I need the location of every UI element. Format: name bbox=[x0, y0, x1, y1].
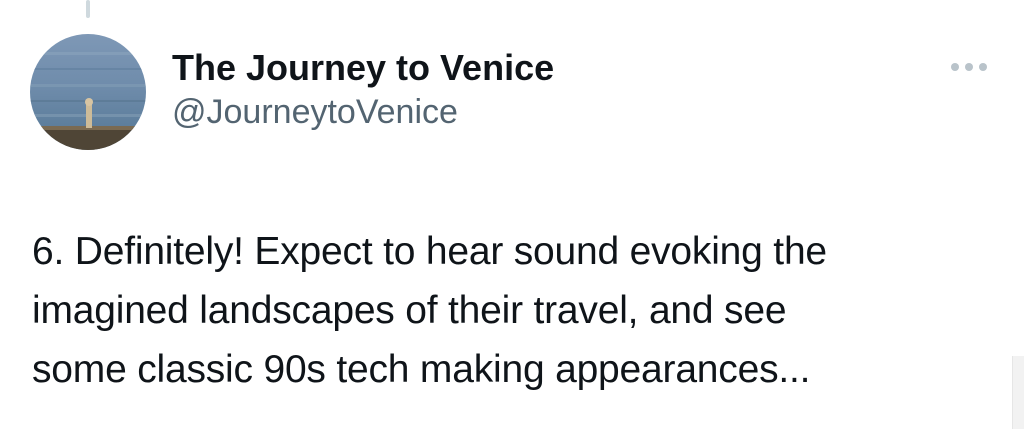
author-name-block: The Journey to Venice @JourneytoVenice bbox=[172, 46, 554, 134]
more-horizontal-icon bbox=[951, 63, 987, 71]
profile-avatar-seascape-icon bbox=[30, 34, 146, 150]
author-handle[interactable]: @JourneytoVenice bbox=[172, 90, 554, 134]
scrollbar-track[interactable] bbox=[1012, 356, 1024, 429]
tweet-text-line: some classic 90s tech making appearances… bbox=[32, 348, 811, 391]
thread-connector-line bbox=[86, 0, 90, 18]
tweet-text-line: imagined landscapes of their travel, and… bbox=[32, 289, 787, 332]
tweet-text-line: 6. Definitely! Expect to hear sound evok… bbox=[32, 230, 827, 273]
avatar[interactable] bbox=[30, 34, 146, 150]
tweet-card: The Journey to Venice @JourneytoVenice 6… bbox=[0, 0, 1024, 429]
more-options-button[interactable] bbox=[944, 52, 994, 82]
tweet-text: 6. Definitely! Expect to hear sound evok… bbox=[32, 222, 992, 399]
author-display-name[interactable]: The Journey to Venice bbox=[172, 46, 554, 90]
